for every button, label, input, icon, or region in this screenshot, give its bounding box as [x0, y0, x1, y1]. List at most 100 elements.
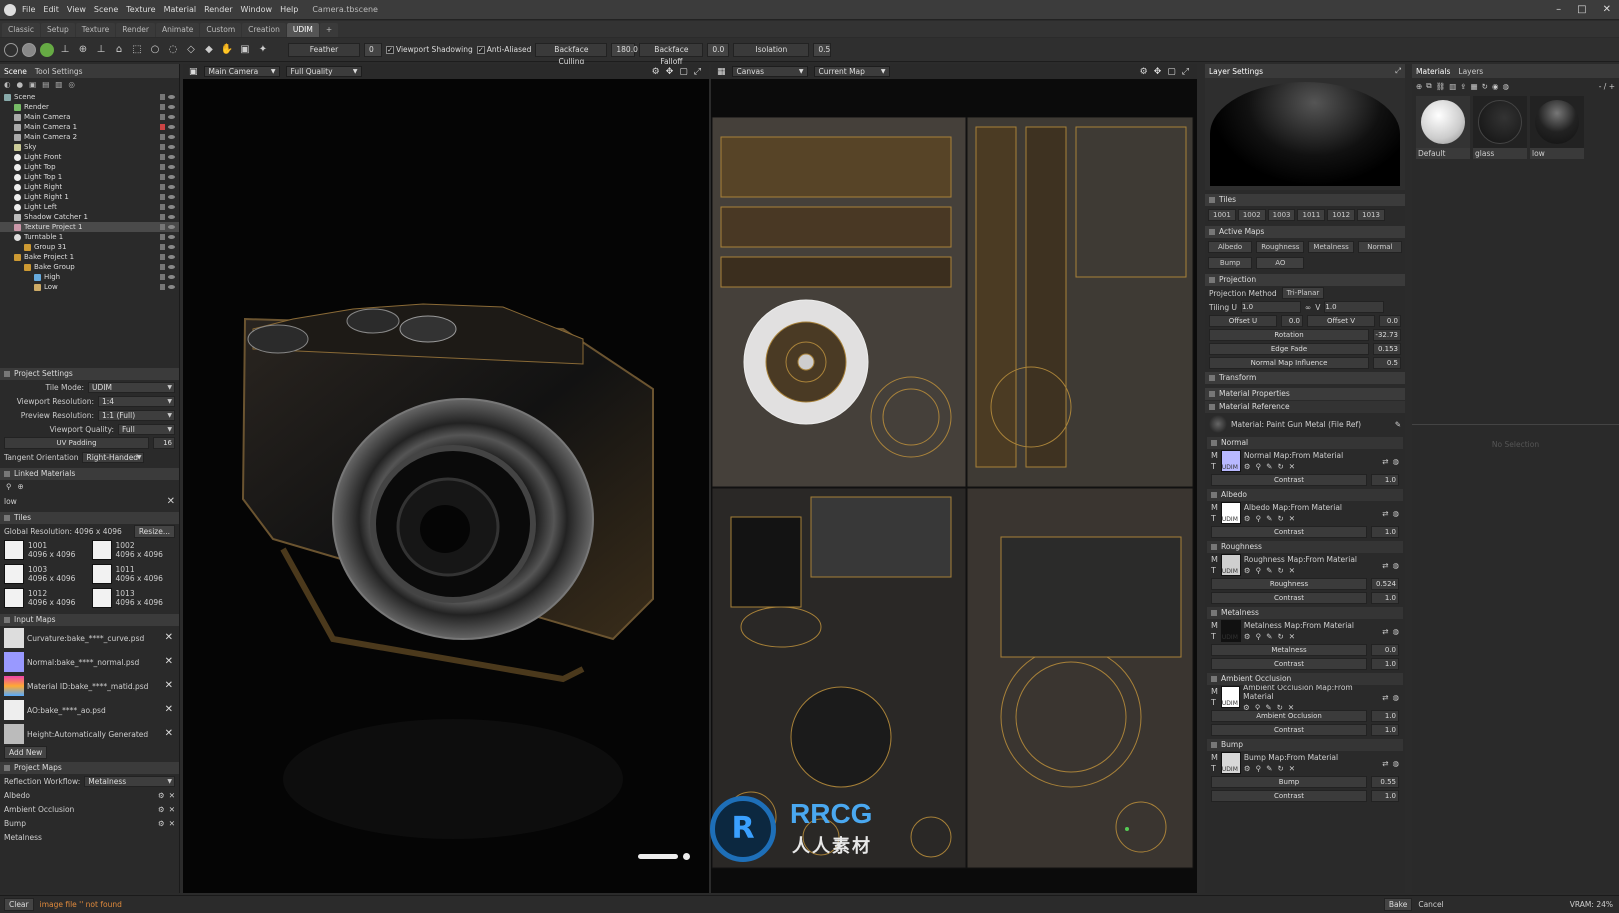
tree-item-main-camera[interactable]: Main Camera — [0, 112, 179, 122]
current-map-dropdown[interactable]: Current Map — [813, 66, 890, 77]
project-settings-header[interactable]: Project Settings — [0, 368, 179, 380]
t-icon[interactable]: T — [1211, 698, 1218, 707]
zoom-control[interactable]: - / + — [1599, 82, 1615, 91]
link-icon[interactable]: ⛓ — [1436, 82, 1446, 91]
cube-icon[interactable]: ▣ — [238, 43, 252, 57]
lock-icon[interactable] — [160, 254, 165, 260]
channel-slider[interactable]: Metalness — [1211, 644, 1367, 656]
tree-item-low[interactable]: Low — [0, 282, 179, 292]
remove-icon[interactable]: ✕ — [1289, 462, 1295, 471]
brush-icon[interactable]: ✎ — [1266, 566, 1272, 575]
t-icon[interactable]: T — [1211, 514, 1218, 523]
channel-map-label[interactable]: Bump Map:From Material — [1244, 753, 1338, 762]
fill-icon[interactable]: ◍ — [1392, 693, 1399, 702]
gear-icon[interactable]: ⚙ — [1140, 67, 1148, 77]
refresh-icon[interactable]: ↻ — [1277, 566, 1283, 575]
active-map-roughness[interactable]: Roughness — [1256, 241, 1305, 253]
eyedropper-icon[interactable]: ✎ — [1395, 420, 1401, 429]
swap-icon[interactable]: ⇄ — [1382, 627, 1388, 636]
duplicate-icon[interactable]: ⧉ — [1426, 81, 1431, 91]
canvas-icon[interactable]: ▦ — [717, 67, 726, 77]
search-icon[interactable]: ⚲ — [1256, 764, 1262, 773]
project-map-metalness[interactable]: Metalness — [0, 830, 179, 844]
lock-icon[interactable] — [160, 234, 165, 240]
lock-icon[interactable] — [160, 204, 165, 210]
bake-button[interactable]: Bake — [1383, 898, 1413, 911]
linked-material-row[interactable]: low ✕ — [0, 494, 179, 508]
contrast-value[interactable]: 1.0 — [1371, 658, 1399, 670]
contrast-slider[interactable]: Contrast — [1211, 724, 1367, 736]
channel-header[interactable]: Roughness — [1207, 541, 1403, 553]
material-preview[interactable] — [1205, 78, 1405, 190]
eye-icon[interactable] — [168, 265, 175, 269]
fill-icon[interactable]: ◍ — [1392, 457, 1399, 466]
gear-icon[interactable]: ⚙ — [158, 819, 165, 828]
brush-icon[interactable]: ✎ — [1266, 764, 1272, 773]
remove-icon[interactable]: ✕ — [169, 791, 175, 800]
gear-icon[interactable]: ⚙ — [652, 67, 660, 77]
lock-icon[interactable] — [160, 264, 165, 270]
expand-icon[interactable]: ⤢ — [1182, 67, 1189, 77]
close-icon[interactable]: ✕ — [1603, 4, 1611, 15]
search-icon[interactable]: ⚲ — [1256, 566, 1262, 575]
transform-section[interactable]: Transform — [1205, 372, 1405, 384]
polygon-select-icon[interactable]: ◇ — [184, 43, 198, 57]
refresh-icon[interactable]: ↻ — [1277, 632, 1283, 641]
channel-header[interactable]: Normal — [1207, 437, 1403, 449]
swap-icon[interactable]: ⇄ — [1382, 693, 1388, 702]
tab-creation[interactable]: Creation — [242, 23, 286, 37]
tree-item-scene[interactable]: Scene — [0, 92, 179, 102]
project-map-bump[interactable]: Bump ⚙ ✕ — [0, 816, 179, 830]
anti-aliased-checkbox[interactable]: ✓ Anti-Aliased — [476, 45, 531, 54]
tab-classic[interactable]: Classic — [2, 23, 40, 37]
scrubber-pill[interactable] — [638, 854, 678, 859]
lasso-icon[interactable]: ◌ — [166, 43, 180, 57]
tile-1013[interactable]: 1013 4096 x 4096 — [91, 586, 176, 610]
add-icon[interactable]: ⊕ — [18, 482, 24, 492]
eye-icon[interactable] — [168, 135, 175, 139]
offset-u-value[interactable]: 0.0 — [1281, 315, 1303, 327]
eye-icon[interactable] — [168, 275, 175, 279]
t-icon[interactable]: T — [1211, 462, 1218, 471]
fill-icon[interactable]: ◍ — [1392, 627, 1399, 636]
active-map-albedo[interactable]: Albedo — [1208, 241, 1253, 253]
remove-icon[interactable]: ✕ — [165, 656, 173, 667]
material-reference-section[interactable]: Material Reference — [1205, 401, 1405, 413]
remove-icon[interactable]: ✕ — [167, 496, 175, 507]
eye-icon[interactable] — [168, 125, 175, 129]
offset-v-slider[interactable]: Offset V — [1307, 315, 1375, 327]
tiles-section[interactable]: Tiles — [1205, 194, 1405, 206]
paint-select-icon[interactable]: ◆ — [202, 43, 216, 57]
expand-icon[interactable]: ⤢ — [694, 67, 701, 77]
feather-value[interactable]: 0 — [364, 42, 382, 57]
gear-icon[interactable]: ⚙ — [1244, 566, 1251, 575]
eye-icon[interactable] — [168, 215, 175, 219]
tangent-dropdown[interactable]: Right-Handed — [82, 451, 145, 463]
canvas-dropdown[interactable]: Canvas — [731, 66, 808, 77]
expand-icon[interactable]: ⤢ — [1395, 66, 1405, 76]
eye-icon[interactable] — [168, 255, 175, 259]
menu-material[interactable]: Material — [164, 5, 197, 14]
t-icon[interactable]: T — [1211, 566, 1218, 575]
lock-icon[interactable] — [160, 94, 165, 100]
resize-button[interactable]: Resize... — [133, 524, 175, 538]
swap-icon[interactable]: ⇄ — [1382, 509, 1388, 518]
search-icon[interactable]: ⚲ — [1256, 632, 1262, 641]
lock-icon[interactable] — [160, 224, 165, 230]
input-map-normal[interactable]: Normal:bake_****_normal.psd ✕ — [0, 650, 179, 674]
remove-icon[interactable]: ✕ — [1289, 514, 1295, 523]
search-icon[interactable]: ⚲ — [1256, 514, 1262, 523]
material-low[interactable]: low — [1530, 96, 1584, 159]
active-map-normal[interactable]: Normal — [1357, 241, 1402, 253]
menu-scene[interactable]: Scene — [94, 5, 118, 14]
tile-chip-1013[interactable]: 1013 — [1357, 209, 1385, 221]
tree-item-main-camera-1[interactable]: Main Camera 1 — [0, 122, 179, 132]
input-map-height[interactable]: Height:Automatically Generated ✕ — [0, 722, 179, 746]
channel-map-label[interactable]: Albedo Map:From Material — [1244, 503, 1342, 512]
rotation-slider[interactable]: Rotation — [1209, 329, 1369, 341]
isolation-value[interactable]: 0.5 — [813, 42, 832, 57]
material-properties-section[interactable]: Material Properties — [1205, 388, 1405, 400]
input-maps-header[interactable]: Input Maps — [0, 614, 179, 626]
channel-header[interactable]: Bump — [1207, 739, 1403, 751]
camera-icon[interactable]: ▣ — [189, 67, 198, 77]
